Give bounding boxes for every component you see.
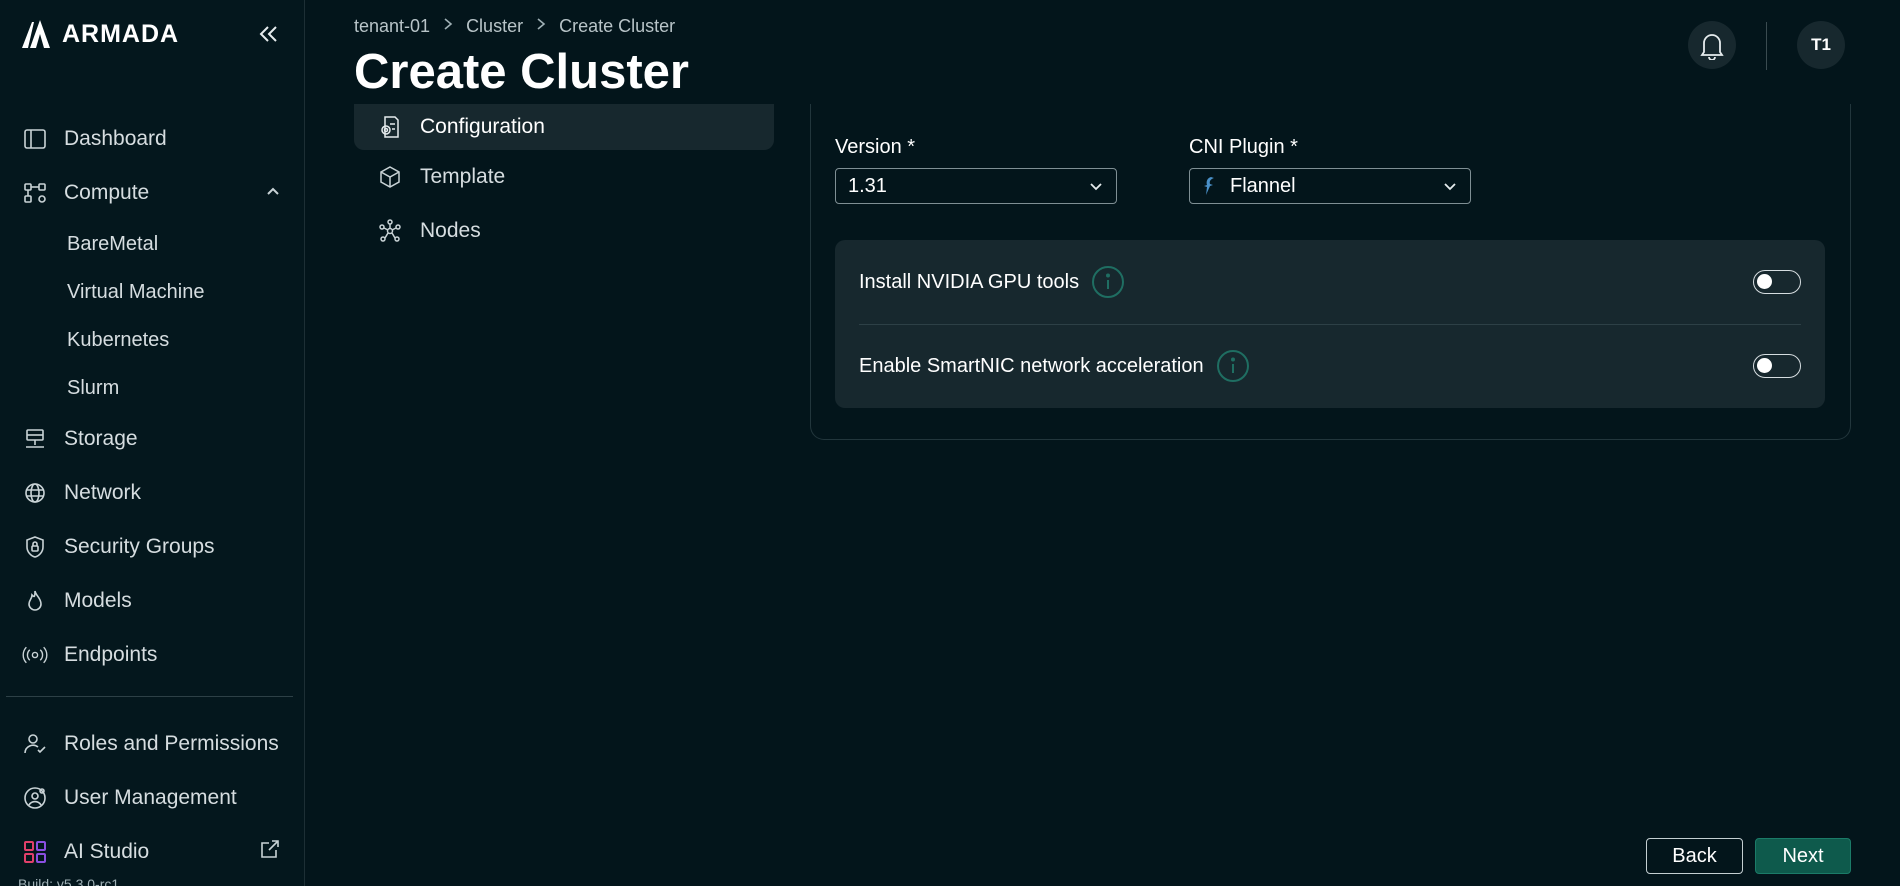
step-label: Nodes: [420, 219, 481, 242]
chevron-right-icon: [535, 17, 547, 36]
option-nvidia-gpu-tools: Install NVIDIA GPU tools: [859, 240, 1801, 324]
sidebar-item-network[interactable]: Network: [0, 466, 305, 520]
flame-icon: [22, 588, 48, 614]
info-icon[interactable]: [1216, 349, 1250, 383]
avatar[interactable]: T1: [1797, 21, 1845, 69]
brand-logo[interactable]: ARMADA: [20, 18, 179, 50]
flannel-icon: [1202, 176, 1216, 196]
sidebar-item-label: AI Studio: [64, 840, 150, 863]
sidebar-item-label: Roles and Permissions: [64, 732, 279, 755]
notifications-button[interactable]: [1688, 21, 1736, 69]
users-check-icon: [22, 731, 48, 757]
breadcrumb-tenant[interactable]: tenant-01: [354, 16, 430, 37]
cube-icon: [378, 165, 402, 189]
user-gear-icon: [22, 785, 48, 811]
compute-icon: [22, 180, 48, 206]
breadcrumb-current: Create Cluster: [559, 16, 676, 36]
sidebar-subitem-baremetal[interactable]: BareMetal: [0, 220, 305, 268]
broadcast-icon: [22, 642, 48, 668]
chevron-right-icon: [442, 17, 454, 36]
smartnic-acceleration-toggle[interactable]: [1753, 354, 1801, 378]
version-select[interactable]: 1.31: [835, 168, 1117, 204]
sidebar-item-dashboard[interactable]: Dashboard: [0, 112, 305, 166]
armada-logo-icon: [22, 20, 50, 48]
double-chevron-left-icon: [259, 26, 277, 42]
sidebar-item-compute[interactable]: Compute: [0, 166, 305, 220]
grid-apps-icon: [22, 839, 48, 865]
sidebar-nav: Dashboard Compute BareMetal Virtual Mach…: [0, 112, 305, 682]
chevron-down-icon: [1088, 178, 1104, 194]
sidebar-item-ai-studio[interactable]: AI Studio: [0, 825, 305, 879]
step-template[interactable]: Template: [354, 150, 774, 204]
sidebar-subitem-slurm[interactable]: Slurm: [0, 364, 305, 412]
lock-shield-icon: [22, 534, 48, 560]
sidebar-item-label: Dashboard: [64, 127, 167, 150]
dashboard-icon: [22, 126, 48, 152]
sidebar-item-label: Security Groups: [64, 535, 215, 558]
advanced-options-panel: Install NVIDIA GPU tools Enable SmartNIC…: [835, 240, 1825, 408]
chevron-down-icon: [1442, 178, 1458, 194]
sidebar-divider: [6, 696, 293, 697]
option-label: Enable SmartNIC network acceleration: [859, 354, 1204, 377]
step-label: Configuration: [420, 115, 545, 138]
version-label: Version *: [835, 136, 916, 158]
cni-plugin-label: CNI Plugin *: [1189, 136, 1298, 158]
sidebar-item-roles-and-permissions[interactable]: Roles and Permissions: [0, 717, 305, 771]
wizard-steps: Configuration Template Nodes: [354, 104, 774, 258]
sidebar-item-storage[interactable]: Storage: [0, 412, 305, 466]
step-label: Template: [420, 165, 506, 188]
sidebar-item-label: Network: [64, 481, 142, 504]
build-version: Build: v5.3.0-rc1: [18, 876, 120, 886]
brand-name: ARMADA: [62, 19, 180, 48]
bell-icon: [1700, 34, 1724, 60]
step-nodes[interactable]: Nodes: [354, 204, 774, 258]
globe-icon: [22, 480, 48, 506]
sidebar-item-endpoints[interactable]: Endpoints: [0, 628, 305, 682]
sidebar-item-user-management[interactable]: User Management: [0, 771, 305, 825]
header-divider: [1766, 22, 1767, 70]
back-button[interactable]: Back: [1646, 838, 1743, 874]
storage-icon: [22, 426, 48, 452]
cni-plugin-value: Flannel: [1230, 174, 1296, 197]
toggle-knob: [1757, 274, 1772, 289]
sidebar: ARMADA Dashboard Compute BareMetal Virtu…: [0, 0, 305, 886]
step-configuration[interactable]: Configuration: [354, 104, 774, 150]
nvidia-gpu-tools-toggle[interactable]: [1753, 270, 1801, 294]
sidebar-subitem-virtual-machine[interactable]: Virtual Machine: [0, 268, 305, 316]
next-button[interactable]: Next: [1755, 838, 1851, 874]
page-title: Create Cluster: [354, 45, 689, 99]
toggle-knob: [1757, 358, 1772, 373]
info-icon[interactable]: [1091, 265, 1125, 299]
breadcrumb: tenant-01 Cluster Create Cluster: [354, 16, 675, 37]
sidebar-item-label: Storage: [64, 427, 138, 450]
sidebar-item-label: Models: [64, 589, 132, 612]
chevron-up-icon: [265, 181, 281, 205]
cni-plugin-select[interactable]: Flannel: [1189, 168, 1471, 204]
collapse-sidebar-button[interactable]: [254, 20, 282, 48]
option-label: Install NVIDIA GPU tools: [859, 270, 1080, 293]
sidebar-item-label: User Management: [64, 786, 237, 809]
sidebar-bottom-nav: Roles and Permissions User Management AI…: [0, 717, 305, 879]
breadcrumb-cluster[interactable]: Cluster: [466, 16, 523, 37]
version-value: 1.31: [848, 174, 887, 197]
sidebar-item-label: Endpoints: [64, 643, 158, 666]
external-link-icon[interactable]: [259, 838, 281, 866]
sidebar-item-label: Compute: [64, 181, 150, 204]
config-icon: [378, 115, 402, 139]
nodes-icon: [378, 219, 402, 243]
option-smartnic-acceleration: Enable SmartNIC network acceleration: [859, 324, 1801, 408]
sidebar-item-models[interactable]: Models: [0, 574, 305, 628]
sidebar-item-security-groups[interactable]: Security Groups: [0, 520, 305, 574]
sidebar-subitem-kubernetes[interactable]: Kubernetes: [0, 316, 305, 364]
